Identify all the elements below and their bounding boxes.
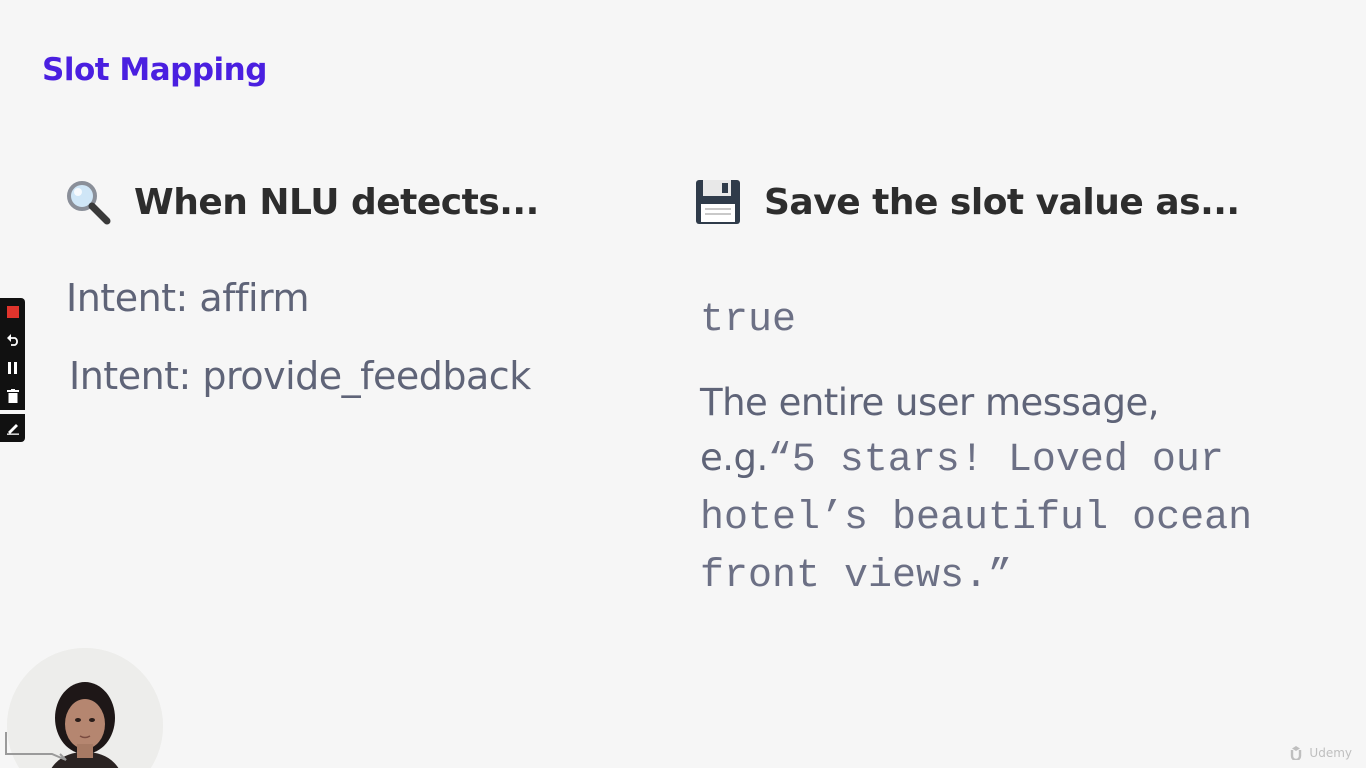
slide-title: Slot Mapping [42,52,267,88]
watermark-text: Udemy [1309,746,1352,760]
recording-toolbar [0,298,25,442]
magnifying-glass-icon [64,178,112,226]
floppy-disk-icon [694,178,742,226]
right-heading-text: Save the slot value as... [764,181,1240,223]
udemy-watermark: Udemy [1289,746,1352,760]
left-column-heading: When NLU detects... [64,178,539,226]
speech-bubble-tail-icon [5,732,67,761]
slot-value-entire-message: The entire user message, e.g.“5 stars! L… [700,375,1260,604]
udemy-logo-icon [1291,746,1302,760]
intent-affirm: Intent: affirm [66,276,310,320]
pause-icon[interactable] [0,354,25,382]
intent-provide-feedback: Intent: provide_feedback [69,354,531,398]
trash-icon[interactable] [0,382,25,410]
slot-value-true: true [700,298,797,343]
left-heading-text: When NLU detects... [134,181,539,223]
undo-icon[interactable] [0,326,25,354]
right-column-heading: Save the slot value as... [694,178,1240,226]
pen-icon[interactable] [0,414,25,442]
record-stop-icon[interactable] [0,298,25,326]
message-example-quote: “5 stars! Loved our hotel’s beautiful oc… [700,438,1253,599]
